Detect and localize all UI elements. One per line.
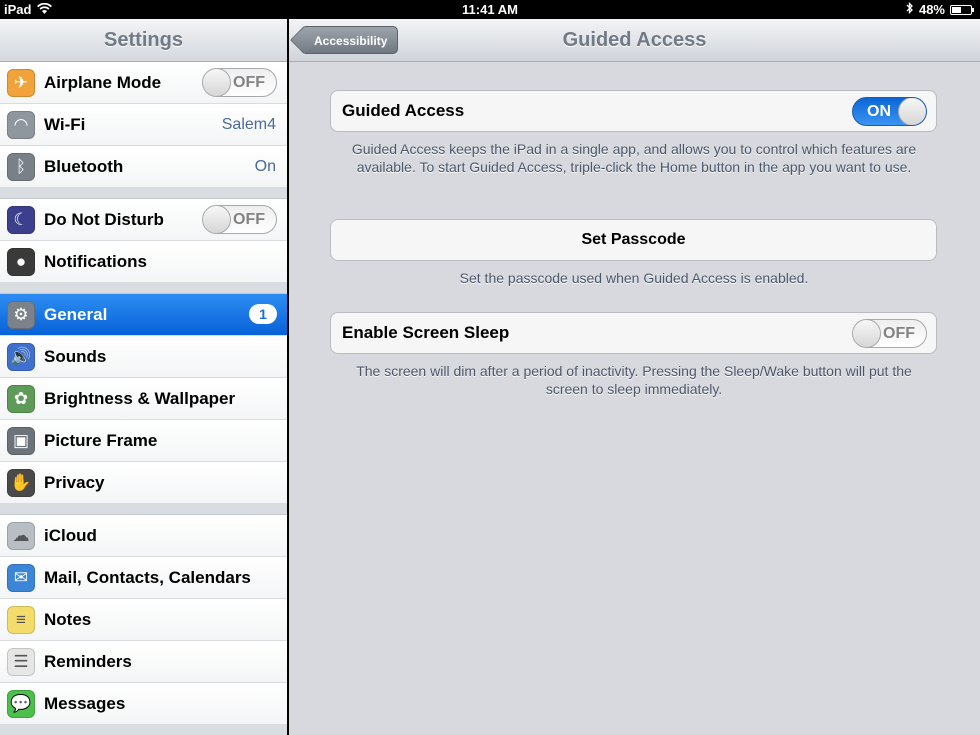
reminders-icon: ☰ [7, 647, 35, 676]
sidebar-item-notifications[interactable]: ● Notifications [0, 241, 287, 283]
settings-list: ✈ Airplane Mode OFF ◠ Wi-Fi Salem4 ᛒ Bluetooth O… [0, 62, 287, 725]
sidebar-item-do-not-disturb[interactable]: ☾ Do Not Disturb OFF [0, 199, 287, 241]
sidebar-item-wi-fi[interactable]: ◠ Wi-Fi Salem4 [0, 104, 287, 146]
set-passcode-label: Set Passcode [581, 231, 686, 248]
speaker-icon: 🔊 [7, 342, 35, 371]
switch-knob [898, 98, 926, 125]
screen-sleep-switch[interactable]: OFF [852, 319, 927, 348]
set-passcode-footer: Set the passcode used when Guided Access… [459, 270, 809, 286]
detail-nav-bar: Accessibility Guided Access [289, 19, 980, 62]
cloud-icon: ☁ [7, 521, 35, 550]
sidebar-item-sounds[interactable]: 🔊 Sounds [0, 336, 287, 378]
sidebar-item-label: Sounds [44, 346, 107, 366]
guided-access-cell: Guided Access ON [330, 90, 937, 132]
mail-icon: ✉ [7, 563, 35, 592]
sidebar-item-bluetooth[interactable]: ᛒ Bluetooth On [0, 146, 287, 188]
guided-access-switch[interactable]: ON [852, 97, 927, 126]
screen-sleep-switch-text: OFF [883, 325, 915, 342]
switch-text: OFF [233, 211, 265, 228]
switch-knob [853, 320, 881, 347]
sidebar-item-label: Messages [44, 693, 126, 713]
sidebar-item-label: iCloud [44, 525, 97, 545]
battery-percent: 48% [918, 2, 945, 17]
notes-icon: ≡ [7, 605, 35, 634]
status-bar: iPad 11:41 AM 48% [0, 0, 980, 19]
sidebar-item-label: Do Not Disturb [44, 209, 164, 229]
sidebar-item-mail-contacts-calendars[interactable]: ✉ Mail, Contacts, Calendars [0, 557, 287, 599]
sidebar-item-label: Mail, Contacts, Calendars [44, 567, 251, 587]
sidebar-item-label: Notifications [44, 251, 147, 271]
sidebar-item-value: Salem4 [221, 115, 276, 133]
flower-icon: ✿ [7, 384, 35, 413]
bluetooth-status-icon [906, 1, 914, 17]
hand-icon: ✋ [7, 468, 35, 497]
set-passcode-button[interactable]: Set Passcode [330, 219, 937, 261]
sidebar-item-label: Reminders [44, 651, 132, 671]
status-time: 11:41 AM [462, 2, 518, 17]
sidebar-item-icloud[interactable]: ☁ iCloud [0, 515, 287, 557]
do-not-disturb-switch[interactable]: OFF [202, 205, 277, 234]
sidebar-item-label: Bluetooth [44, 156, 124, 176]
page-title: Guided Access [562, 29, 707, 51]
sidebar-item-privacy[interactable]: ✋ Privacy [0, 462, 287, 504]
notifications-icon: ● [7, 247, 35, 276]
switch-knob [203, 69, 231, 96]
sidebar-item-label: Airplane Mode [44, 72, 162, 92]
guided-access-label: Guided Access [342, 101, 465, 120]
sidebar-item-label: Picture Frame [44, 430, 158, 450]
settings-group: ☁ iCloud ✉ Mail, Contacts, Calendars ≡ Notes ☰… [0, 515, 287, 725]
airplane-icon: ✈ [7, 68, 35, 97]
detail-pane: Accessibility Guided Access Guided Acces… [289, 19, 980, 735]
picture-frame-icon: ▣ [7, 426, 35, 455]
guided-access-switch-text: ON [867, 103, 891, 120]
settings-title: Settings [0, 19, 287, 62]
sidebar-item-notes[interactable]: ≡ Notes [0, 599, 287, 641]
screen-sleep-cell: Enable Screen Sleep OFF [330, 312, 937, 354]
battery-icon [950, 4, 974, 15]
gear-icon: ⚙ [7, 300, 35, 329]
switch-knob [203, 206, 231, 233]
wifi-icon: ◠ [7, 110, 35, 139]
sidebar-item-label: Privacy [44, 472, 105, 492]
switch-text: OFF [233, 74, 265, 91]
sidebar-item-value: On [254, 157, 276, 175]
sidebar-item-label: Wi-Fi [44, 114, 86, 134]
sidebar-item-label: Brightness & Wallpaper [44, 388, 236, 408]
sidebar-item-airplane-mode[interactable]: ✈ Airplane Mode OFF [0, 62, 287, 104]
screen-sleep-label: Enable Screen Sleep [342, 323, 510, 342]
moon-icon: ☾ [7, 205, 35, 234]
screen-sleep-footer: The screen will dim after a period of in… [356, 363, 912, 397]
notification-badge: 1 [249, 304, 277, 324]
settings-group: ☾ Do Not Disturb OFF ● Notifications [0, 199, 287, 283]
sidebar-item-picture-frame[interactable]: ▣ Picture Frame [0, 420, 287, 462]
sidebar-item-brightness-wallpaper[interactable]: ✿ Brightness & Wallpaper [0, 378, 287, 420]
sidebar-item-reminders[interactable]: ☰ Reminders [0, 641, 287, 683]
group-separator [0, 188, 287, 199]
sidebar-item-messages[interactable]: 💬 Messages [0, 683, 287, 725]
group-separator [0, 283, 287, 294]
sidebar-item-label: General [44, 304, 108, 324]
settings-group: ✈ Airplane Mode OFF ◠ Wi-Fi Salem4 ᛒ Bluetooth O… [0, 62, 287, 188]
sidebar-item-label: Notes [44, 609, 92, 629]
settings-master-pane: Settings ✈ Airplane Mode OFF ◠ Wi-Fi Salem4 ᛒ B… [0, 19, 287, 735]
sidebar-item-general[interactable]: ⚙ General 1 [0, 294, 287, 336]
guided-access-footer: Guided Access keeps the iPad in a single… [351, 141, 917, 175]
bluetooth-icon: ᛒ [7, 152, 35, 181]
settings-group: ⚙ General 1 🔊 Sounds ✿ Brightness & Wallpaper ▣… [0, 294, 287, 504]
airplane-mode-switch[interactable]: OFF [202, 68, 277, 97]
group-separator [0, 504, 287, 515]
messages-icon: 💬 [7, 689, 35, 718]
